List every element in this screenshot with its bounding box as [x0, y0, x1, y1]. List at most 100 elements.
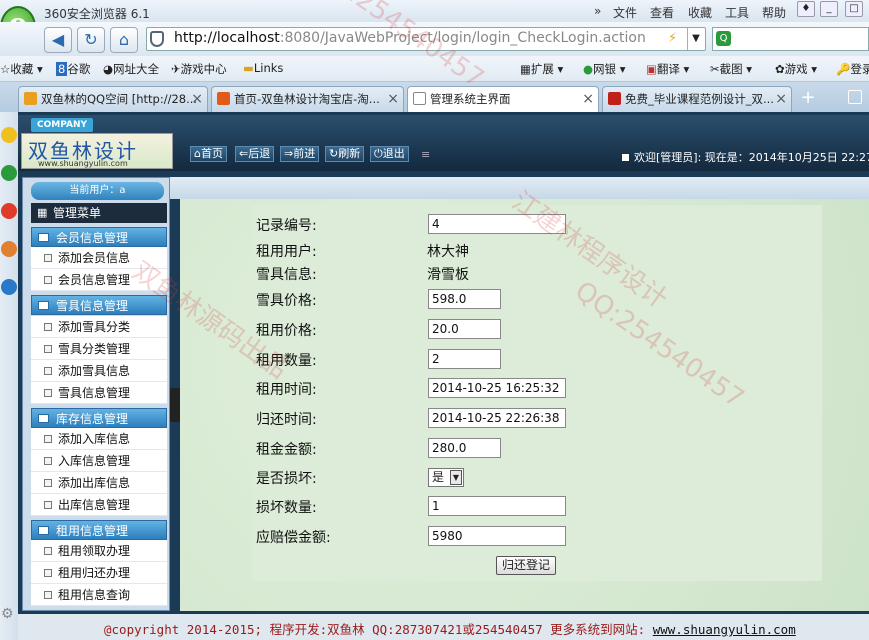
sidebar-item-inbound-manage[interactable]: 入库信息管理	[31, 450, 167, 472]
compensation-input[interactable]: 5980	[428, 526, 566, 546]
star-icon[interactable]	[1, 127, 17, 143]
gear-label: 雪具信息:	[256, 267, 317, 283]
sidebar-item-rental-return[interactable]: 租用归还办理	[31, 562, 167, 584]
user-label: 租用用户:	[256, 244, 317, 260]
tab-list-icon[interactable]	[848, 90, 862, 104]
browser-side-strip	[0, 112, 18, 640]
sidebar-item-add-outbound[interactable]: 添加出库信息	[31, 472, 167, 494]
compensation-label: 应赔偿金额:	[256, 530, 331, 546]
address-text[interactable]: http://localhost:8080/JavaWebProject/log…	[174, 30, 646, 46]
toolbar-home-button[interactable]: ⌂首页	[190, 146, 227, 162]
group-stock[interactable]: 库存信息管理	[31, 408, 167, 428]
toolbar-back-button[interactable]: ⇐后退	[235, 146, 275, 162]
back-icon[interactable]: ◀	[44, 27, 72, 53]
shield-icon	[150, 31, 164, 47]
skin-icon[interactable]: ♦	[797, 1, 815, 17]
fav-game[interactable]: ✿游戏 ▾	[775, 61, 817, 77]
menu-view[interactable]: 查看	[650, 4, 674, 21]
record-id-input[interactable]: 4	[428, 214, 566, 234]
rent-time-label: 租用时间:	[256, 382, 317, 398]
return-submit-button[interactable]: 归还登记	[496, 556, 556, 575]
minimize-icon[interactable]: _	[820, 1, 838, 17]
tab-qq-space[interactable]: 双鱼林的QQ空间 [http://28... ×	[18, 86, 208, 112]
management-menu-title: ▦ 管理菜单	[31, 203, 167, 223]
sidebar-item-rental-pickup[interactable]: 租用领取办理	[31, 540, 167, 562]
gear-value: 滑雪板	[427, 267, 469, 283]
fav-translate[interactable]: ▣翻译 ▾	[646, 61, 689, 77]
sidebar-item-add-inbound[interactable]: 添加入库信息	[31, 428, 167, 450]
rent-price-label: 租用价格:	[256, 323, 317, 339]
record-id-label: 记录编号:	[256, 218, 317, 234]
tab-admin-main[interactable]: 管理系统主界面 ×	[407, 86, 599, 113]
sidebar-item-add-gear-category[interactable]: 添加雪具分类	[31, 316, 167, 338]
search-engine-icon[interactable]: Q	[716, 31, 731, 46]
sidebar-item-add-gear[interactable]: 添加雪具信息	[31, 360, 167, 382]
app-icon[interactable]	[1, 279, 17, 295]
home-icon[interactable]: ⌂	[110, 27, 138, 53]
return-time-label: 归还时间:	[256, 412, 317, 428]
menu-file[interactable]: 文件	[613, 4, 637, 21]
menu-tools[interactable]: 工具	[725, 4, 749, 21]
sidebar-item-rental-query[interactable]: 租用信息查询	[31, 584, 167, 606]
toolbar-menu-icon[interactable]: ≡	[421, 148, 430, 161]
fav-google[interactable]: 8 谷歌	[56, 61, 90, 77]
group-rental[interactable]: 租用信息管理	[31, 520, 167, 540]
fav-links[interactable]: ▬Links	[243, 61, 283, 75]
gear-price-input[interactable]: 598.0	[428, 289, 501, 309]
sidebar-item-member-manage[interactable]: 会员信息管理	[31, 269, 167, 291]
search-input[interactable]	[712, 27, 869, 51]
rent-qty-input[interactable]: 2	[428, 349, 501, 369]
content-subbar	[170, 177, 869, 199]
welcome-status: 欢迎[管理员]: 现在是：2014年10月25日 22:27	[622, 149, 869, 165]
settings-gear-icon[interactable]: ⚙	[1, 606, 14, 622]
footer-text: @copyright 2014-2015; 程序开发:双鱼林 QQ:287307…	[104, 622, 796, 637]
sidebar-item-add-member[interactable]: 添加会员信息	[31, 247, 167, 269]
group-member[interactable]: 会员信息管理	[31, 227, 167, 247]
fav-collect[interactable]: ☆收藏 ▾	[0, 61, 43, 77]
damaged-label: 是否损坏:	[256, 471, 317, 487]
sidebar-item-gear-category-manage[interactable]: 雪具分类管理	[31, 338, 167, 360]
brand-url: www.shuangyulin.com	[38, 159, 128, 168]
return-time-input[interactable]: 2014-10-25 22:26:38	[428, 408, 566, 428]
rent-price-input[interactable]: 20.0	[428, 319, 501, 339]
fav-sites[interactable]: ◕网址大全	[103, 61, 159, 77]
rent-qty-label: 租用数量:	[256, 353, 317, 369]
fav-bank[interactable]: ●网银 ▾	[583, 61, 625, 77]
damage-qty-input[interactable]: 1	[428, 496, 566, 516]
fav-extension[interactable]: ▦扩展 ▾	[520, 61, 563, 77]
forward-arrow-icon[interactable]: »	[594, 4, 601, 18]
damage-qty-label: 损坏数量:	[256, 500, 317, 516]
sidebar-item-outbound-manage[interactable]: 出库信息管理	[31, 494, 167, 516]
weibo-icon[interactable]	[1, 203, 17, 219]
user-value: 林大神	[427, 244, 469, 260]
footer-website-link[interactable]: www.shuangyulin.com	[653, 622, 796, 637]
lightning-icon[interactable]: ⚡	[668, 31, 677, 46]
address-dropdown-icon[interactable]: ▼	[687, 28, 704, 50]
toolbar-refresh-button[interactable]: ↻刷新	[325, 146, 365, 162]
group-gear[interactable]: 雪具信息管理	[31, 295, 167, 315]
fav-games[interactable]: ✈游戏中心	[171, 61, 227, 77]
fav-screenshot[interactable]: ✂截图 ▾	[710, 61, 752, 77]
maximize-icon[interactable]: □	[845, 1, 863, 17]
tab-free-course[interactable]: 免费_毕业课程范例设计_双... ×	[602, 86, 792, 112]
toolbar-forward-button[interactable]: ⇒前进	[280, 146, 320, 162]
menu-favorites[interactable]: 收藏	[688, 4, 712, 21]
toolbar-logout-button[interactable]: ⏻退出	[370, 146, 409, 162]
browser-title: 360安全浏览器 6.1	[44, 7, 150, 21]
refresh-icon[interactable]: ↻	[77, 27, 105, 53]
gear-price-label: 雪具价格:	[256, 293, 317, 309]
select-arrow-icon[interactable]: ▼	[450, 470, 462, 485]
sidebar-item-gear-manage[interactable]: 雪具信息管理	[31, 382, 167, 404]
fav-login[interactable]: 🔑登录	[836, 61, 869, 77]
game-icon[interactable]	[1, 241, 17, 257]
tab-taobao[interactable]: 首页-双鱼林设计淘宝店-淘... ×	[211, 86, 404, 112]
deposit-label: 租金金额:	[256, 442, 317, 458]
current-user-label: 当前用户：a	[31, 182, 164, 200]
new-tab-icon[interactable]: +	[796, 87, 820, 109]
deposit-input[interactable]: 280.0	[428, 438, 501, 458]
rent-time-input[interactable]: 2014-10-25 16:25:32	[428, 378, 566, 398]
sidebar-collapse-handle[interactable]	[170, 388, 180, 422]
menu-help[interactable]: 帮助	[762, 4, 786, 21]
company-label: COMPANY	[31, 118, 93, 132]
chat-icon[interactable]	[1, 165, 17, 181]
